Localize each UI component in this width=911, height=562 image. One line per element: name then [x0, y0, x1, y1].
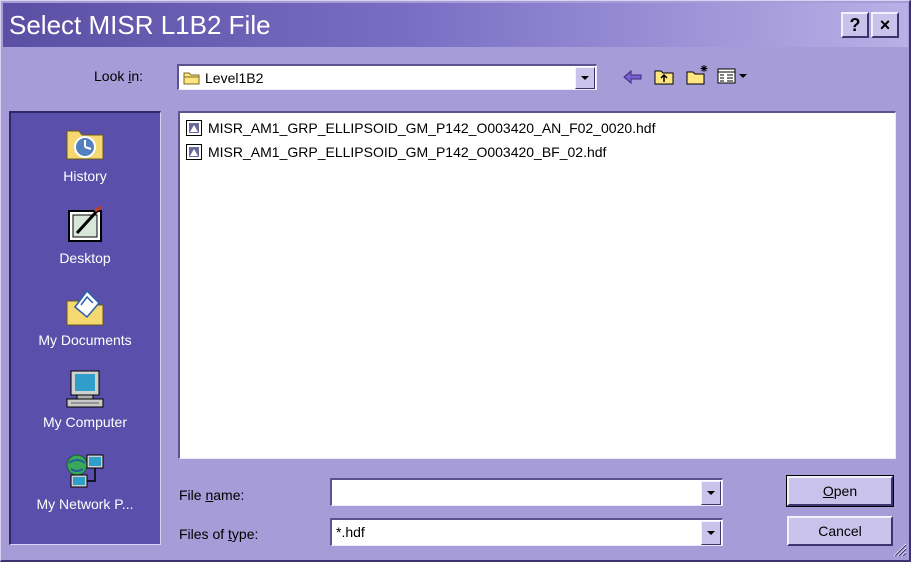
new-folder-icon[interactable] — [685, 64, 709, 86]
desktop-icon — [68, 205, 102, 242]
file-list[interactable]: MISR_AM1_GRP_ELLIPSOID_GM_P142_O003420_A… — [178, 111, 896, 459]
close-button[interactable]: × — [871, 12, 899, 38]
my-computer-icon — [66, 370, 104, 408]
chevron-down-icon — [707, 531, 715, 535]
file-type-select[interactable]: *.hdf — [330, 518, 723, 546]
places-bar: History Desktop My Documents My Computer… — [9, 111, 161, 545]
history-icon — [66, 130, 104, 160]
folder-icon — [183, 72, 200, 85]
place-desktop[interactable]: Desktop — [11, 205, 159, 267]
view-menu-icon[interactable] — [717, 67, 749, 85]
place-history[interactable]: History — [11, 123, 159, 185]
title-bar[interactable]: Select MISR L1B2 File ? × — [3, 3, 908, 47]
chevron-down-icon — [707, 491, 715, 495]
file-type-dropdown-button[interactable] — [701, 521, 721, 545]
hdf-file-icon — [186, 120, 202, 136]
open-button[interactable]: Open — [786, 475, 894, 507]
resize-grip-icon[interactable] — [891, 541, 907, 557]
network-places-icon — [66, 454, 104, 488]
file-type-value: *.hdf — [336, 524, 365, 540]
my-documents-icon — [66, 289, 104, 326]
up-one-level-icon[interactable] — [653, 66, 675, 86]
place-network[interactable]: My Network P... — [11, 451, 159, 513]
cancel-button[interactable]: Cancel — [787, 516, 893, 546]
file-name-dropdown-button[interactable] — [701, 481, 721, 505]
look-in-dropdown[interactable]: Level1B2 — [177, 64, 597, 90]
hdf-file-icon — [186, 144, 202, 160]
file-type-label: Files of type: — [179, 526, 259, 542]
file-name-label: File name: — [179, 487, 245, 503]
look-in-value: Level1B2 — [205, 70, 264, 86]
help-button[interactable]: ? — [841, 12, 869, 38]
back-arrow-icon[interactable] — [621, 68, 643, 86]
chevron-down-icon — [581, 76, 589, 80]
place-my-documents[interactable]: My Documents — [11, 287, 159, 349]
file-dialog: Select MISR L1B2 File ? × Look in: Level… — [0, 0, 911, 562]
file-name-field[interactable] — [330, 478, 723, 506]
place-my-computer[interactable]: My Computer — [11, 369, 159, 431]
window-title: Select MISR L1B2 File — [9, 10, 271, 40]
look-in-dropdown-button[interactable] — [575, 67, 595, 89]
look-in-label: Look in: — [94, 68, 144, 84]
